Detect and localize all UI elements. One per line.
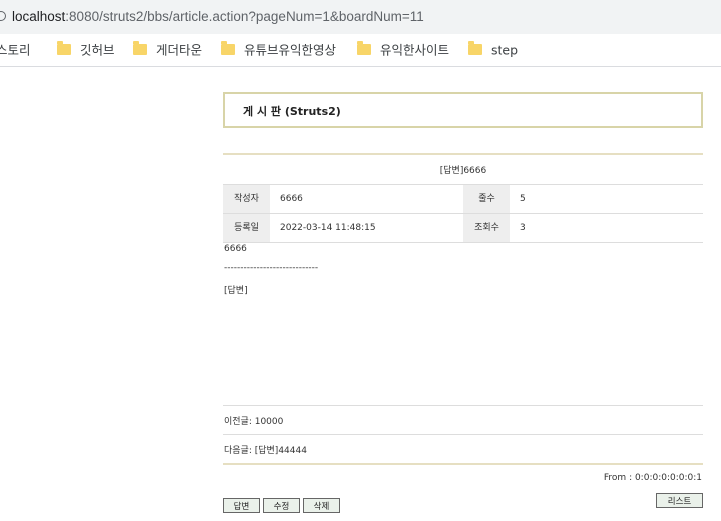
separator-top xyxy=(223,153,703,155)
edit-button[interactable]: 수정 xyxy=(263,498,300,513)
separator-bottom xyxy=(223,463,703,465)
hits-value: 3 xyxy=(520,223,526,233)
next-article-link[interactable]: 다음글: [답변]44444 xyxy=(224,443,307,456)
article-content-line: ----------------------------- xyxy=(224,263,319,273)
from-ip: From : 0:0:0:0:0:0:0:1 xyxy=(603,473,702,483)
created-label: 등록일 xyxy=(223,214,270,242)
page-content: 게 시 판 (Struts2) [답변]6666 작성자 6666 줄수 5 등… xyxy=(0,67,721,521)
reply-button[interactable]: 답변 xyxy=(223,498,260,513)
bookmark-label: 유튜브유익한영상 xyxy=(244,42,337,58)
prev-article-link[interactable]: 이전글: 10000 xyxy=(224,414,283,427)
url-path: :8080/struts2/bbs/article.action?pageNum… xyxy=(65,9,424,24)
bookmark-label: step xyxy=(491,42,519,58)
article-content-line: [답변] xyxy=(224,286,248,296)
bookmark-github[interactable]: 깃허브 xyxy=(57,41,115,59)
page-title: 게 시 판 (Struts2) xyxy=(243,105,341,118)
folder-icon xyxy=(133,41,147,55)
bookmark-gathertown[interactable]: 게더타운 xyxy=(133,41,202,59)
created-value: 2022-03-14 11:48:15 xyxy=(280,223,376,233)
board-title-box: 게 시 판 (Struts2) xyxy=(223,92,703,128)
url-host: localhost xyxy=(12,9,66,24)
bookmark-label: 깃허브 xyxy=(80,42,115,58)
folder-icon xyxy=(57,41,71,55)
folder-icon xyxy=(357,41,371,55)
bookmark-step[interactable]: step xyxy=(468,41,518,59)
delete-button[interactable]: 삭제 xyxy=(303,498,340,513)
bookmark-label: 스토리 xyxy=(0,42,31,58)
list-button[interactable]: 리스트 xyxy=(656,493,703,508)
bookmark-label: 유익한사이트 xyxy=(380,42,450,58)
article-content-line: 6666 xyxy=(224,244,247,254)
lines-value: 5 xyxy=(520,194,526,204)
bookmark-label: 게더타운 xyxy=(156,42,203,58)
page-info-icon[interactable] xyxy=(0,11,6,21)
writer-value: 6666 xyxy=(280,194,303,204)
folder-icon xyxy=(221,41,235,55)
bookmarks-bar: 스토리 깃허브 게더타운 유튜브유익한영상 유익한사이트 step xyxy=(0,34,721,67)
bookmark-history[interactable]: 스토리 xyxy=(0,41,31,59)
writer-label: 작성자 xyxy=(223,185,270,213)
bookmark-useful-sites[interactable]: 유익한사이트 xyxy=(357,41,449,59)
bookmark-youtube[interactable]: 유튜브유익한영상 xyxy=(221,41,336,59)
article-subject: [답변]6666 xyxy=(439,166,487,176)
address-bar[interactable]: localhost:8080/struts2/bbs/article.actio… xyxy=(0,0,721,34)
folder-icon xyxy=(468,41,482,55)
divider xyxy=(223,405,703,406)
divider xyxy=(223,434,703,435)
hits-label: 조회수 xyxy=(463,214,510,242)
divider xyxy=(223,242,703,243)
url-text[interactable]: localhost:8080/struts2/bbs/article.actio… xyxy=(12,9,424,24)
lines-label: 줄수 xyxy=(463,185,510,213)
